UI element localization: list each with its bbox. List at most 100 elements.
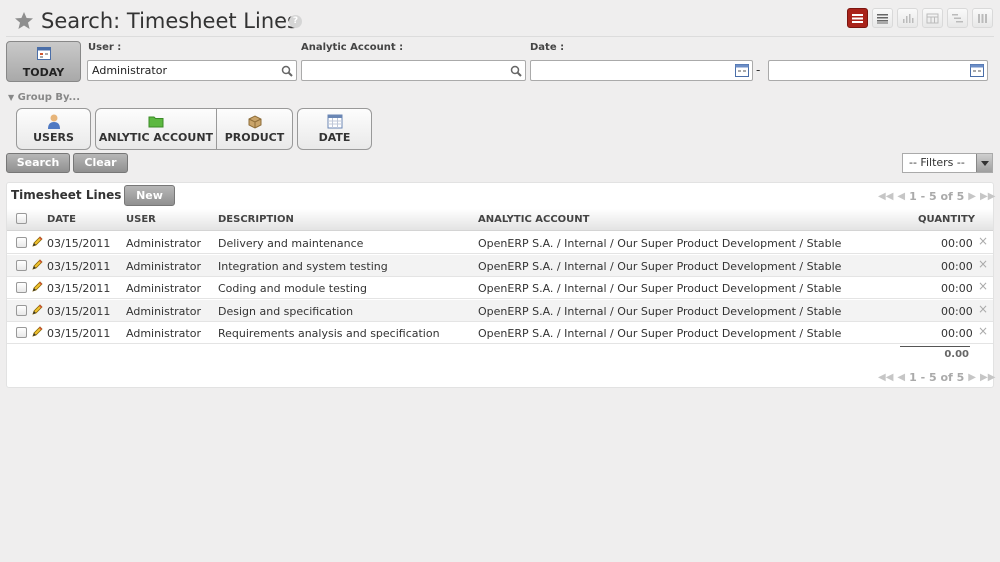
cell-description: Coding and module testing <box>218 282 367 296</box>
quantity-total: 0.00 <box>944 349 969 360</box>
list-view-button[interactable] <box>847 8 868 28</box>
column-analytic-account[interactable]: ANALYTIC ACCOUNT <box>478 214 590 225</box>
new-button[interactable]: New <box>124 185 175 206</box>
cell-description: Design and specification <box>218 304 354 318</box>
cell-quantity: 00:00 <box>941 282 973 296</box>
table-row[interactable]: 03/15/2011 Administrator Integration and s… <box>7 254 993 277</box>
user-field[interactable]: Administrator <box>87 60 297 81</box>
cell-date: 03/15/2011 <box>47 259 111 273</box>
column-description[interactable]: DESCRIPTION <box>218 214 294 225</box>
edit-pencil-icon[interactable] <box>31 326 43 338</box>
cell-quantity: 00:00 <box>941 259 973 273</box>
previous-page-icon[interactable]: ◀ <box>897 191 905 202</box>
group-by-date-label: DATE <box>318 131 351 144</box>
group-by-toggle[interactable]: ▼ Group By... <box>8 92 80 103</box>
calendar-icon <box>327 114 342 129</box>
cell-quantity: 00:00 <box>941 304 973 318</box>
today-filter-button[interactable]: TODAY <box>6 41 81 82</box>
table-row[interactable]: 03/15/2011 Administrator Design and specif… <box>7 299 993 322</box>
kanban-view-icon <box>978 13 987 23</box>
help-icon[interactable]: ? <box>289 15 302 28</box>
delete-icon[interactable]: × <box>978 257 988 271</box>
cell-description: Delivery and maintenance <box>218 237 364 250</box>
select-all-checkbox[interactable] <box>16 213 27 224</box>
group-by-users-button[interactable]: USERS <box>16 108 91 150</box>
cell-description: Integration and system testing <box>218 259 388 273</box>
analytic-account-label: Analytic Account : <box>301 42 404 53</box>
clear-button[interactable]: Clear <box>73 153 128 173</box>
delete-icon[interactable]: × <box>978 324 988 338</box>
cell-date: 03/15/2011 <box>47 327 111 341</box>
delete-icon[interactable]: × <box>978 279 988 293</box>
calendar-view-button[interactable] <box>922 8 943 28</box>
list-title: Timesheet Lines <box>11 188 122 202</box>
search-icon[interactable] <box>510 65 522 77</box>
row-checkbox[interactable] <box>16 237 27 248</box>
kanban-view-button[interactable] <box>972 8 993 28</box>
table-header: DATE USER DESCRIPTION ANALYTIC ACCOUNT Q… <box>7 209 993 231</box>
cell-quantity: 00:00 <box>941 237 973 250</box>
edit-pencil-icon[interactable] <box>31 259 43 271</box>
row-checkbox[interactable] <box>16 304 27 316</box>
last-page-icon[interactable]: ▶▶ <box>980 191 995 202</box>
cell-description: Requirements analysis and specification <box>218 327 440 341</box>
pager-bottom: ◀◀ ◀ 1 - 5 of 5 ▶ ▶▶ <box>878 371 995 384</box>
first-page-icon[interactable]: ◀◀ <box>878 191 893 202</box>
group-by-users-label: USERS <box>33 131 74 144</box>
last-page-icon[interactable]: ▶▶ <box>980 372 995 383</box>
cell-user: Administrator <box>126 237 201 250</box>
gantt-view-button[interactable] <box>947 8 968 28</box>
favorite-star-icon[interactable] <box>14 11 34 31</box>
table-row[interactable]: 03/15/2011 Administrator Delivery and main… <box>7 232 993 254</box>
table-row[interactable]: 03/15/2011 Administrator Coding and module… <box>7 277 993 300</box>
table-row[interactable]: 03/15/2011 Administrator Requirements anal… <box>7 322 993 345</box>
page-view-button[interactable] <box>872 8 893 28</box>
edit-pencil-icon[interactable] <box>31 304 43 316</box>
date-from-field[interactable] <box>530 60 753 81</box>
cell-user: Administrator <box>126 327 201 341</box>
cell-user: Administrator <box>126 259 201 273</box>
group-by-product-label: PRODUCT <box>224 131 285 144</box>
row-checkbox[interactable] <box>16 327 27 339</box>
date-label: Date : <box>530 42 565 53</box>
filters-select[interactable]: -- Filters -- <box>902 153 993 173</box>
cell-analytic-account: OpenERP S.A. / Internal / Our Super Prod… <box>478 327 842 341</box>
previous-page-icon[interactable]: ◀ <box>897 372 905 383</box>
date-to-field[interactable] <box>768 60 988 81</box>
pager-top: ◀◀ ◀ 1 - 5 of 5 ▶ ▶▶ <box>878 190 995 203</box>
cell-user: Administrator <box>126 304 201 318</box>
analytic-account-field[interactable] <box>301 60 526 81</box>
row-checkbox[interactable] <box>16 259 27 271</box>
column-date[interactable]: DATE <box>47 214 76 225</box>
group-by-product-button[interactable]: PRODUCT <box>217 108 293 150</box>
total-divider <box>900 346 970 347</box>
row-checkbox[interactable] <box>16 282 27 294</box>
search-button[interactable]: Search <box>6 153 70 173</box>
header-divider <box>6 36 994 37</box>
search-icon[interactable] <box>281 65 293 77</box>
delete-icon[interactable]: × <box>978 234 988 248</box>
pager-top-text: 1 - 5 of 5 <box>909 190 965 203</box>
first-page-icon[interactable]: ◀◀ <box>878 372 893 383</box>
group-by-label: Group By... <box>17 92 81 103</box>
folder-icon <box>148 116 164 128</box>
today-label: TODAY <box>22 66 65 79</box>
cell-analytic-account: OpenERP S.A. / Internal / Our Super Prod… <box>478 282 842 296</box>
date-picker-icon[interactable] <box>970 63 984 77</box>
date-range-separator: - <box>756 63 761 77</box>
column-user[interactable]: USER <box>126 214 156 225</box>
next-page-icon[interactable]: ▶ <box>968 191 976 202</box>
delete-icon[interactable]: × <box>978 302 988 316</box>
group-by-analytic-account-button[interactable]: ANLYTIC ACCOUNT <box>95 108 217 150</box>
calendar-icon <box>36 47 51 60</box>
group-by-date-button[interactable]: DATE <box>297 108 372 150</box>
date-picker-icon[interactable] <box>735 63 749 77</box>
edit-pencil-icon[interactable] <box>31 281 43 293</box>
cell-quantity: 00:00 <box>941 327 973 341</box>
collapse-triangle-icon: ▼ <box>8 93 15 102</box>
cell-analytic-account: OpenERP S.A. / Internal / Our Super Prod… <box>478 259 842 273</box>
next-page-icon[interactable]: ▶ <box>968 372 976 383</box>
graph-view-button[interactable] <box>897 8 918 28</box>
column-quantity[interactable]: QUANTITY <box>918 214 975 225</box>
edit-pencil-icon[interactable] <box>31 236 43 248</box>
